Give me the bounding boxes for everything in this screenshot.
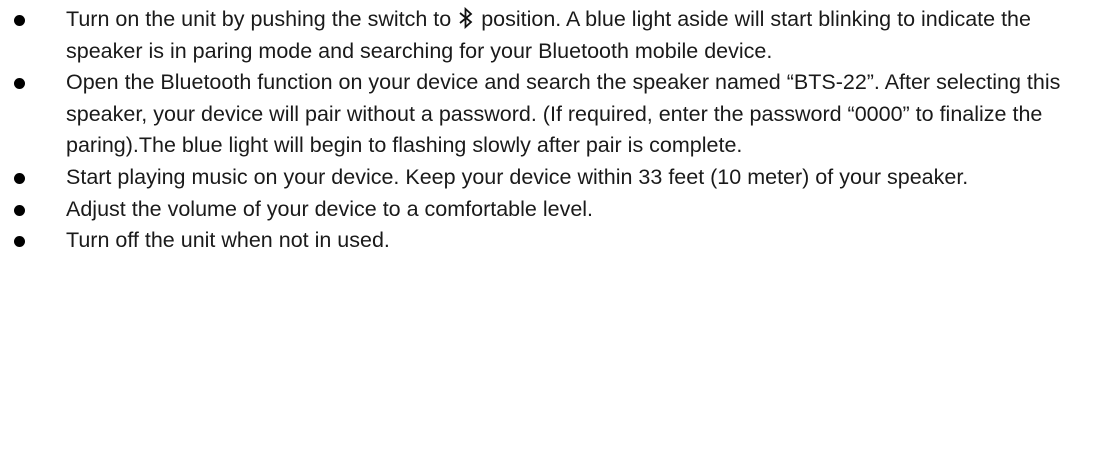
list-item-text: Start playing music on your device. Keep… [66,164,969,189]
bullet-icon [14,236,25,248]
list-item-text-start: Turn on the unit by pushing the switch t… [66,7,458,31]
list-item-text: Turn on the unit by pushing the switch t… [66,7,1031,63]
bullet-icon [14,78,25,90]
list-item-text: Turn off the unit when not in used. [66,228,390,253]
list-item-text: Open the Bluetooth function on your devi… [66,70,1061,158]
instruction-document: Turn on the unit by pushing the switch t… [0,0,1112,452]
bluetooth-icon [459,7,473,29]
list-item: Turn off the unit when not in used. [0,225,1112,257]
list-item: Turn on the unit by pushing the switch t… [0,4,1112,67]
list-item: Adjust the volume of your device to a co… [0,194,1112,226]
bullet-icon [14,172,25,184]
bullet-icon [14,204,25,216]
bullet-icon [14,15,25,26]
list-item-text: Adjust the volume of your device to a co… [66,196,594,221]
list-item: Open the Bluetooth function on your devi… [0,67,1112,162]
list-item: Start playing music on your device. Keep… [0,162,1112,194]
instruction-list: Turn on the unit by pushing the switch t… [0,4,1112,257]
